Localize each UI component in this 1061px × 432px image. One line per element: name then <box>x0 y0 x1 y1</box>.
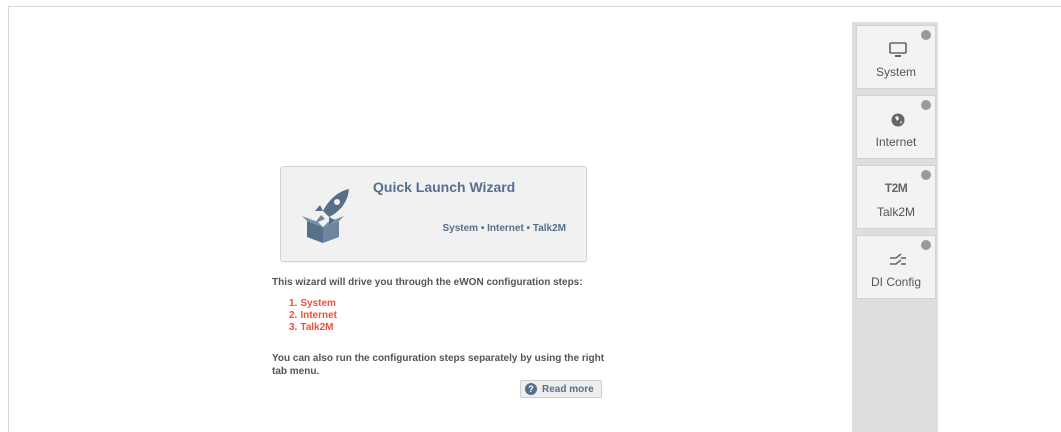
read-more-button[interactable]: ? Read more <box>520 380 602 398</box>
help-icon: ? <box>525 383 537 395</box>
wizard-title: Quick Launch Wizard <box>373 179 516 195</box>
tab-label: System <box>875 65 916 79</box>
steps-list: 1. System 2. Internet 3. Talk2M <box>289 298 337 334</box>
switch-icon <box>890 253 906 265</box>
step-item: 2. Internet <box>289 310 337 322</box>
check-icon <box>921 240 931 250</box>
tab-label: DI Config <box>870 275 922 289</box>
step-item: 3. Talk2M <box>289 322 337 334</box>
step-label: Talk2M <box>300 322 334 333</box>
step-number: 3. <box>289 322 298 333</box>
step-number: 1. <box>289 298 298 309</box>
globe-icon <box>891 113 905 127</box>
tab-internet[interactable]: Internet <box>856 95 936 159</box>
tab-talk2m[interactable]: T2M Talk2M <box>856 165 936 229</box>
wizard-steps-summary: System • Internet • Talk2M <box>442 223 566 234</box>
tab-menu-hint: You can also run the configuration steps… <box>272 353 605 377</box>
step-label: Internet <box>300 310 338 321</box>
quick-launch-wizard-card[interactable]: Quick Launch Wizard System • Internet • … <box>280 166 587 262</box>
tab-system[interactable]: System <box>856 25 936 89</box>
t2m-logo-icon: T2M <box>884 181 908 195</box>
right-tab-menu: System Internet T2M Talk2M DI Config <box>852 22 938 432</box>
monitor-icon <box>889 42 907 57</box>
tab-label: Internet <box>875 135 917 149</box>
check-icon <box>921 30 931 40</box>
tab-di-config[interactable]: DI Config <box>856 235 936 299</box>
rocket-box-icon <box>302 189 349 243</box>
step-item: 1. System <box>289 298 337 310</box>
read-more-label: Read more <box>542 383 594 395</box>
step-label: System <box>300 298 336 309</box>
check-icon <box>921 170 931 180</box>
wizard-description: This wizard will drive you through the e… <box>272 277 583 288</box>
tab-label: Talk2M <box>876 205 915 219</box>
step-number: 2. <box>289 310 298 321</box>
check-icon <box>921 100 931 110</box>
